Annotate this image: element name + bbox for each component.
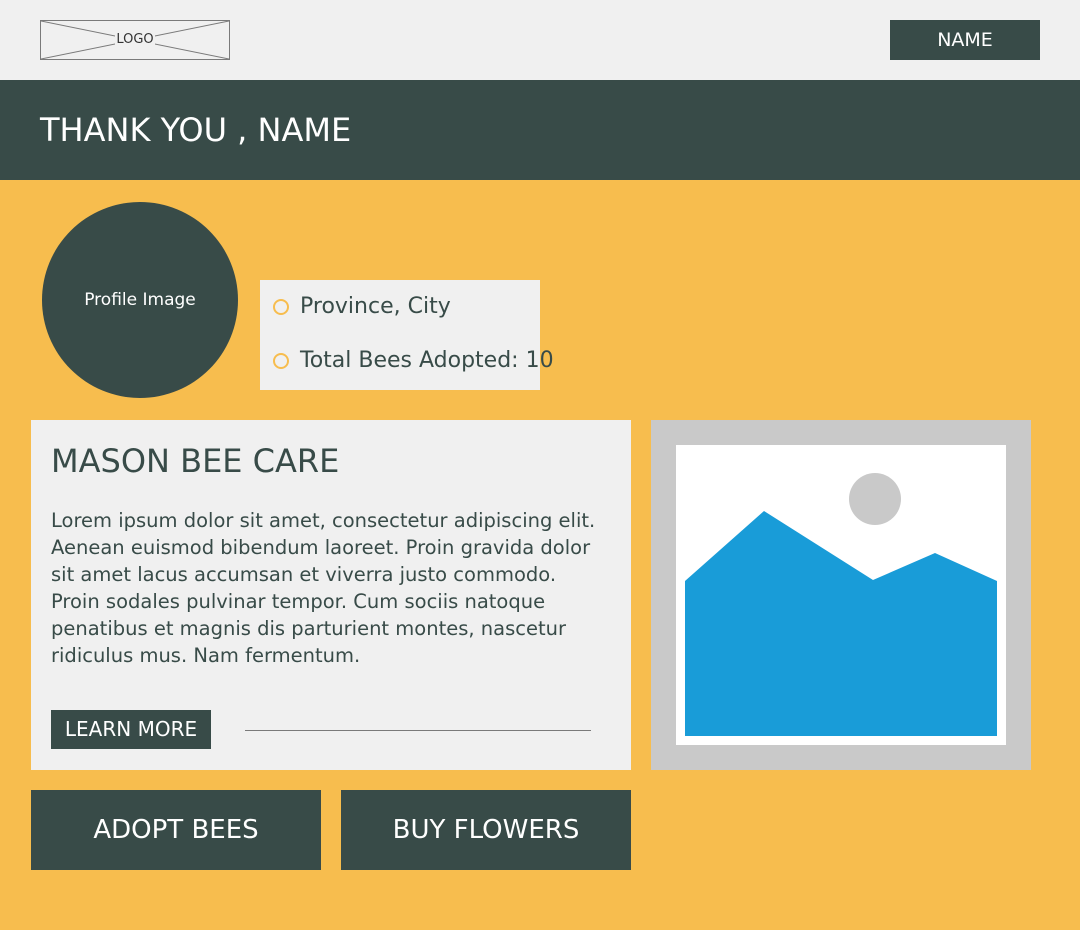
- circle-outline-icon: [273, 299, 289, 315]
- card-body-text: Lorem ipsum dolor sit amet, consectetur …: [51, 509, 596, 667]
- user-name-button[interactable]: NAME: [890, 20, 1040, 60]
- bees-adopted-row: Total Bees Adopted: 10: [260, 346, 554, 376]
- adopt-bees-button[interactable]: ADOPT BEES: [31, 790, 321, 870]
- learn-more-button[interactable]: LEARN MORE: [51, 710, 211, 749]
- divider: [245, 730, 591, 731]
- top-bar: LOGO NAME: [0, 0, 1080, 80]
- page-title: THANK YOU , NAME: [40, 111, 352, 149]
- image-placeholder: [676, 445, 1006, 745]
- profile-info-box: Province, City Total Bees Adopted: 10: [260, 280, 554, 390]
- thank-you-banner: THANK YOU , NAME: [0, 80, 1080, 180]
- buy-flowers-button[interactable]: BUY FLOWERS: [341, 790, 631, 870]
- location-row: Province, City: [260, 292, 540, 322]
- logo[interactable]: LOGO: [40, 20, 230, 60]
- location-text: Province, City: [300, 294, 451, 319]
- logo-label: LOGO: [115, 32, 155, 47]
- circle-outline-icon: [273, 353, 289, 369]
- image-frame: [651, 420, 1031, 770]
- card-title: MASON BEE CARE: [51, 442, 340, 480]
- image-placeholder-icon: [685, 473, 997, 736]
- mason-bee-care-card: MASON BEE CARE Lorem ipsum dolor sit ame…: [31, 420, 631, 770]
- profile-image: Profile Image: [42, 202, 238, 398]
- bees-adopted-text: Total Bees Adopted: 10: [300, 348, 554, 373]
